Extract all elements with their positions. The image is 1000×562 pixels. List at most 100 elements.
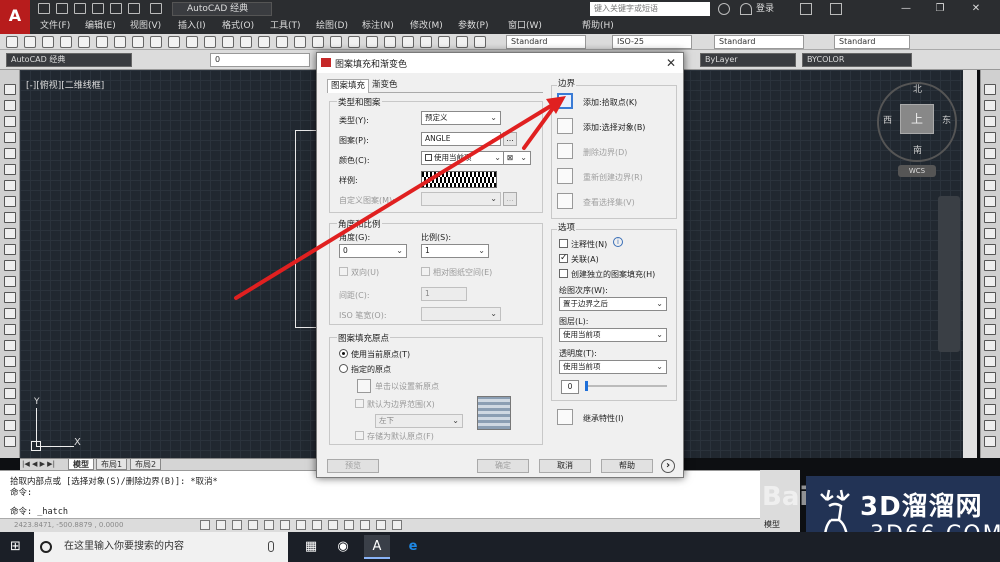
dim-style-combo[interactable]: ISO-25 [612, 35, 692, 49]
transparency-level-input[interactable]: 0 [561, 380, 579, 394]
restore-button[interactable]: ❐ [930, 1, 950, 17]
draw-tool-icon[interactable] [4, 436, 16, 447]
help-icon[interactable] [830, 3, 842, 15]
relative-paper-checkbox[interactable] [421, 267, 430, 276]
toolbar-tool-icon[interactable] [366, 36, 378, 48]
modify-tool-icon[interactable] [984, 340, 996, 351]
login-link[interactable]: 登录 [756, 2, 774, 16]
toolbar-tool-icon[interactable] [330, 36, 342, 48]
menu-draw[interactable]: 绘图(D) [316, 19, 348, 33]
add-pick-points-icon[interactable] [557, 93, 573, 109]
search-icon[interactable] [718, 3, 730, 15]
modify-tool-icon[interactable] [984, 388, 996, 399]
annotative-checkbox[interactable] [559, 239, 568, 248]
navigation-bar[interactable] [938, 196, 960, 352]
draw-tool-icon[interactable] [4, 196, 16, 207]
draw-tool-icon[interactable] [4, 340, 16, 351]
info-icon[interactable]: i [613, 237, 623, 247]
tab-hatch[interactable]: 图案填充 [327, 79, 370, 93]
pattern-browse-button[interactable]: ... [503, 132, 517, 146]
toolbar-tool-icon[interactable] [348, 36, 360, 48]
status-toggle-icon[interactable] [280, 520, 290, 530]
type-select[interactable]: 预定义 ⌄ [421, 111, 501, 125]
close-button[interactable]: ✕ [966, 1, 986, 17]
menu-modify[interactable]: 修改(M) [410, 19, 443, 33]
iso-pen-select[interactable]: ⌄ [421, 307, 501, 321]
wcs-menu[interactable]: WCS [898, 165, 936, 177]
toolbar-tool-icon[interactable] [60, 36, 72, 48]
model-space-button[interactable]: 模型 [760, 518, 784, 532]
draw-tool-icon[interactable] [4, 324, 16, 335]
autocad-task-icon[interactable]: A [364, 535, 390, 559]
remove-boundaries-label[interactable]: 删除边界(D) [583, 147, 627, 158]
view-selections-label[interactable]: 查看选择集(V) [583, 197, 635, 208]
menu-window[interactable]: 窗口(W) [508, 19, 542, 33]
status-toggle-icon[interactable] [200, 520, 210, 530]
save-as-icon[interactable] [92, 3, 104, 14]
menu-tools[interactable]: 工具(T) [270, 19, 301, 33]
draw-tool-icon[interactable] [4, 388, 16, 399]
exchange-icon[interactable] [800, 3, 812, 15]
draw-tool-icon[interactable] [4, 292, 16, 303]
set-origin-icon[interactable] [357, 379, 371, 393]
compass-east[interactable]: 东 [942, 113, 951, 126]
tab-layout2[interactable]: 布局2 [130, 458, 162, 470]
taskbar-search-input[interactable]: 在这里输入你要搜索的内容 [34, 532, 288, 562]
menu-dimension[interactable]: 标注(N) [362, 19, 394, 33]
toolbar-tool-icon[interactable] [204, 36, 216, 48]
movie-app-icon[interactable]: ▦ [298, 535, 324, 559]
modify-tool-icon[interactable] [984, 100, 996, 111]
compass-north[interactable]: 北 [913, 82, 922, 95]
remove-boundaries-icon[interactable] [557, 143, 573, 159]
user-icon[interactable] [740, 3, 752, 15]
custom-pattern-select[interactable]: ⌄ [421, 192, 501, 206]
modify-tool-icon[interactable] [984, 308, 996, 319]
custom-pattern-browse-button[interactable]: ... [503, 192, 517, 206]
store-default-checkbox[interactable] [355, 431, 364, 440]
toolbar-tool-icon[interactable] [132, 36, 144, 48]
print-icon[interactable] [110, 3, 122, 14]
toolbar-tool-icon[interactable] [114, 36, 126, 48]
menu-insert[interactable]: 插入(I) [178, 19, 206, 33]
pattern-select[interactable]: ANGLE ⌄ [421, 132, 501, 146]
microphone-icon[interactable] [268, 541, 274, 552]
redo-icon[interactable] [150, 3, 162, 14]
separate-hatches-checkbox[interactable] [559, 269, 568, 278]
modify-tool-icon[interactable] [984, 228, 996, 239]
linetype-combo[interactable]: ByLayer [700, 53, 796, 67]
menu-view[interactable]: 视图(V) [130, 19, 161, 33]
viewcube-top-face[interactable]: 上 [900, 104, 934, 134]
draw-tool-icon[interactable] [4, 180, 16, 191]
modify-tool-icon[interactable] [984, 212, 996, 223]
scale-select[interactable]: 1 ⌄ [421, 244, 489, 258]
draw-tool-icon[interactable] [4, 148, 16, 159]
compass-west[interactable]: 西 [883, 113, 892, 126]
status-toggle-icon[interactable] [296, 520, 306, 530]
compass-south[interactable]: 南 [913, 143, 922, 156]
modify-tool-icon[interactable] [984, 148, 996, 159]
modify-tool-icon[interactable] [984, 244, 996, 255]
windows-start-icon[interactable]: ⊞ [10, 540, 24, 554]
paint-app-icon[interactable]: ◉ [330, 535, 356, 559]
add-select-objects-icon[interactable] [557, 118, 573, 134]
mleader-style-combo[interactable]: Standard [834, 35, 910, 49]
workspace-combo[interactable]: AutoCAD 经典 [172, 2, 272, 16]
modify-tool-icon[interactable] [984, 436, 996, 447]
modify-tool-icon[interactable] [984, 292, 996, 303]
modify-tool-icon[interactable] [984, 84, 996, 95]
draw-tool-icon[interactable] [4, 372, 16, 383]
tab-gradient[interactable]: 渐变色 [369, 79, 401, 93]
status-toggle-icon[interactable] [392, 520, 402, 530]
new-file-icon[interactable] [38, 3, 50, 14]
status-toggle-icon[interactable] [248, 520, 258, 530]
draw-tool-icon[interactable] [4, 212, 16, 223]
double-checkbox[interactable] [339, 267, 348, 276]
toolbar-tool-icon[interactable] [222, 36, 234, 48]
draw-order-select[interactable]: 置于边界之后 ⌄ [559, 297, 667, 311]
toolbar-tool-icon[interactable] [240, 36, 252, 48]
status-toggle-icon[interactable] [232, 520, 242, 530]
status-toggle-icon[interactable] [344, 520, 354, 530]
toolbar-tool-icon[interactable] [96, 36, 108, 48]
undo-icon[interactable] [128, 3, 140, 14]
dialog-close-button[interactable]: ✕ [663, 55, 679, 71]
